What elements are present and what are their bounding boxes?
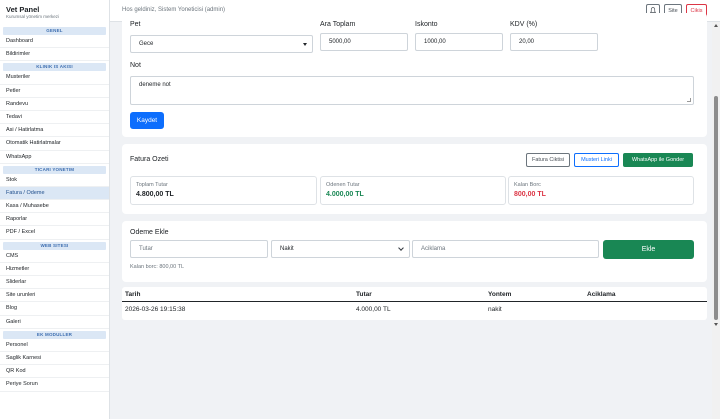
sidebar-item-personel[interactable]: Personel (0, 339, 109, 352)
sidebar-item-whatsapp[interactable]: WhatsApp (0, 151, 109, 164)
sidebar-item-stok[interactable]: Stok (0, 174, 109, 187)
nav-group-klinik: KLINIK IS AKISI Musteriler Petler Randev… (0, 63, 109, 164)
sidebar-item-qr-kod[interactable]: QR Kod (0, 365, 109, 379)
sidebar-item-dashboard[interactable]: Dashboard (0, 35, 109, 49)
note-textarea[interactable]: deneme not (130, 76, 694, 105)
remaining-debt-card: Kalan Borc 800,00 TL (508, 176, 694, 205)
sidebar: Vet Panel Kurumsal yönetim merkezi GENEL… (0, 0, 110, 419)
table-row: 2026-03-26 19:15:38 4.000,00 TL nakit (122, 302, 707, 320)
brand-title: Vet Panel (6, 5, 40, 14)
nav-section-title: EK MODULLER (3, 330, 106, 339)
sidebar-item-site-urunleri[interactable]: Site urunleri (0, 289, 109, 303)
table-cell-date: 2026-03-26 19:15:38 (125, 306, 186, 313)
save-button[interactable]: Kaydet (130, 112, 164, 129)
invoice-print-button[interactable]: Fatura Ciktisi (526, 153, 570, 167)
sidebar-item-sliderlar[interactable]: Sliderlar (0, 276, 109, 290)
description-input[interactable]: Aciklama (412, 240, 599, 258)
sidebar-item-kasa-muhasebe[interactable]: Kasa / Muhasebe (0, 200, 109, 214)
nav-section-title: GENEL (3, 27, 106, 35)
table-cell-method: nakit (488, 306, 502, 313)
sidebar-item-blog[interactable]: Blog (0, 302, 109, 316)
remaining-debt-label: Kalan Borc (514, 182, 541, 188)
total-amount-label: Toplam Tutar (136, 182, 168, 188)
page-scrollbar[interactable] (712, 22, 720, 419)
pet-select[interactable]: Gece (130, 35, 313, 53)
brand-subtitle: Kurumsal yönetim merkezi (6, 14, 60, 19)
chevron-down-icon (398, 245, 404, 251)
scroll-up-icon[interactable] (714, 24, 718, 27)
total-amount-card: Toplam Tutar 4.800,00 TL (130, 176, 317, 205)
nav-group-web: WEB SITESI CMS Hizmetler Sliderlar Site … (0, 241, 109, 329)
nav-group-ticari: TICARI YONETIM Stok Fatura / Odeme Kasa … (0, 165, 109, 240)
discount-input[interactable]: 1000,00 (415, 33, 503, 51)
sidebar-item-raporlar[interactable]: Raporlar (0, 213, 109, 227)
caret-down-icon (303, 43, 307, 46)
vat-input[interactable]: 20,00 (510, 33, 598, 51)
sidebar-item-otomatik-hatirlatmalar[interactable]: Otomatik Hatirlatmalar (0, 137, 109, 151)
sidebar-item-bildirimler[interactable]: Bildirimler (0, 48, 109, 62)
payment-method-value: Nakit (280, 246, 294, 252)
add-payment-button[interactable]: Ekle (603, 240, 694, 259)
add-payment-title: Odeme Ekle (130, 229, 169, 236)
sidebar-item-tedavi[interactable]: Tedavi (0, 111, 109, 125)
vat-label: KDV (%) (510, 21, 538, 28)
amount-input[interactable]: Tutar (130, 240, 268, 258)
payments-table: Tarih Tutar Yontem Aciklama 2026-03-26 1… (122, 287, 707, 320)
add-payment-panel: Odeme Ekle Tutar Nakit Aciklama Ekle Kal… (122, 221, 707, 282)
sidebar-item-periye-sorun[interactable]: Periye Sorun (0, 378, 109, 392)
sidebar-item-saglik-karnesi[interactable]: Saglik Karnesi (0, 352, 109, 366)
column-header-tarih: Tarih (125, 291, 141, 298)
pet-select-value: Gece (139, 41, 154, 47)
sidebar-item-hizmetler[interactable]: Hizmetler (0, 263, 109, 276)
sidebar-item-fatura-odeme[interactable]: Fatura / Odeme (0, 186, 109, 201)
sidebar-item-randevu[interactable]: Randevu (0, 98, 109, 111)
paid-amount-card: Odenen Tutar 4.000,00 TL (320, 176, 506, 205)
nav-section-title: KLINIK IS AKISI (3, 63, 106, 72)
remaining-debt-value: 800,00 TL (514, 191, 546, 198)
nav-group-ek: EK MODULLER Personel Saglik Karnesi QR K… (0, 330, 109, 392)
scroll-down-icon[interactable] (714, 323, 718, 326)
sidebar-item-pdf-excel[interactable]: PDF / Excel (0, 226, 109, 240)
invoice-summary-panel: Fatura Ozeti Fatura Ciktisi Musteri Link… (122, 144, 707, 214)
payment-method-select[interactable]: Nakit (271, 240, 410, 258)
customer-link-button[interactable]: Musteri Linki (574, 153, 619, 167)
sidebar-item-cms[interactable]: CMS (0, 250, 109, 263)
note-value: deneme not (139, 82, 171, 88)
summary-title: Fatura Ozeti (130, 156, 169, 163)
nav-group-genel: GENEL Dashboard Bildirimler (0, 27, 109, 62)
sidebar-item-musteriler[interactable]: Musteriler (0, 71, 109, 85)
brand: Vet Panel Kurumsal yönetim merkezi (0, 0, 109, 25)
table-cell-amount: 4.000,00 TL (356, 306, 391, 313)
column-header-aciklama: Aciklama (587, 291, 616, 298)
sidebar-item-petler[interactable]: Petler (0, 85, 109, 98)
paid-amount-label: Odenen Tutar (326, 182, 360, 188)
table-header: Tarih Tutar Yontem Aciklama (122, 287, 707, 302)
scrollbar-thumb[interactable] (714, 96, 718, 320)
column-header-yontem: Yontem (488, 291, 512, 298)
column-header-tutar: Tutar (356, 291, 372, 298)
remaining-debt-hint: Kalan borc: 800,00 TL (130, 264, 185, 270)
nav-section-title: TICARI YONETIM (3, 165, 106, 174)
resize-handle-icon[interactable] (687, 98, 691, 102)
sidebar-item-galeri[interactable]: Galeri (0, 316, 109, 329)
sidebar-item-asi-hatirlatma[interactable]: Asi / Hatirlatma (0, 124, 109, 138)
total-amount-value: 4.800,00 TL (136, 191, 174, 198)
discount-label: Iskonto (415, 21, 438, 28)
nav-section-title: WEB SITESI (3, 241, 106, 250)
subtotal-input[interactable]: 5000,00 (320, 33, 408, 51)
subtotal-label: Ara Toplam (320, 21, 356, 28)
pet-label: Pet (130, 21, 141, 28)
note-label: Not (130, 62, 141, 69)
paid-amount-value: 4.000,00 TL (326, 191, 364, 198)
invoice-form-panel: Pet Gece Ara Toplam 5000,00 Iskonto 1000… (122, 13, 707, 137)
whatsapp-send-button[interactable]: WhatsApp ile Gonder (623, 153, 693, 167)
